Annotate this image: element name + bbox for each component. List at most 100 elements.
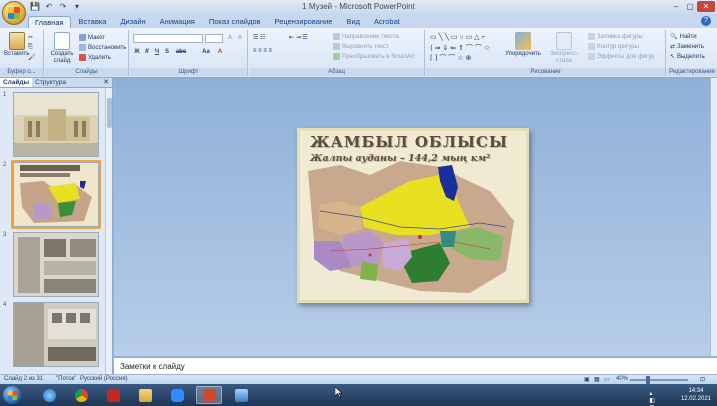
strikethrough-button[interactable]: abc: [174, 48, 188, 56]
tab-design[interactable]: Дизайн: [114, 16, 151, 28]
align-text-button[interactable]: Выровнять текст: [333, 43, 389, 50]
tab-animation[interactable]: Анимация: [154, 16, 201, 28]
find-button[interactable]: 🔍 Найти: [670, 33, 697, 41]
start-button[interactable]: [3, 386, 21, 404]
arrange-button[interactable]: Упорядочить: [504, 32, 542, 58]
slide-title: ЖАМБЫЛ ОБЛЫСЫ: [310, 133, 508, 151]
align-text-icon: [333, 43, 340, 50]
shape-effects-button[interactable]: Эффекты для фигур: [588, 53, 655, 60]
arrange-icon: [515, 32, 531, 50]
text-direction-button[interactable]: Направление текста: [333, 33, 399, 40]
taskbar-file-explorer[interactable]: [132, 386, 158, 404]
language-indicator[interactable]: Русский (Россия): [80, 376, 128, 382]
italic-button[interactable]: К: [143, 48, 151, 56]
zoom-slider[interactable]: [630, 379, 688, 381]
font-shrink-button[interactable]: A: [236, 34, 244, 42]
taskbar-image-viewer[interactable]: [228, 386, 254, 404]
slide-thumbnail-4[interactable]: [13, 302, 99, 367]
zoom-icon: [170, 388, 184, 402]
maximize-button[interactable]: ▢: [683, 1, 697, 12]
help-icon[interactable]: ?: [701, 16, 711, 26]
shapes-gallery[interactable]: ▭ ╲ ╲ ▭ ○ ▭ △ ⌐: [430, 33, 486, 41]
clipboard-group-label: Буфер о...: [0, 68, 43, 76]
tab-slideshow[interactable]: Показ слайдов: [203, 16, 267, 28]
minimize-button[interactable]: ‒: [669, 1, 683, 12]
replace-button[interactable]: ⇄ Заменить: [670, 43, 704, 51]
replace-icon: ⇄: [670, 44, 676, 50]
indent-icon[interactable]: ⇤ ⇥ ☰: [289, 34, 308, 41]
new-slide-button[interactable]: Создать слайд: [49, 32, 75, 65]
tab-view[interactable]: Вид: [340, 16, 366, 28]
taskbar-powerpoint[interactable]: [196, 386, 222, 404]
tab-slides-panel[interactable]: Слайды: [0, 78, 33, 87]
font-name-field[interactable]: [133, 34, 203, 43]
shape-fill-button[interactable]: Заливка фигуры: [588, 33, 643, 40]
smartart-button[interactable]: Преобразовать в SmartArt: [333, 53, 415, 60]
shape-effects-icon: [588, 53, 595, 60]
slide-thumbnail-2[interactable]: [11, 160, 101, 229]
shape-outline-button[interactable]: Контур фигуры: [588, 43, 639, 50]
current-slide[interactable]: ЖАМБЫЛ ОБЛЫСЫ Жалпы ауданы – 144,2 мың к…: [297, 128, 529, 303]
layout-button[interactable]: Макет: [79, 34, 105, 41]
tab-home[interactable]: Главная: [28, 16, 71, 28]
font-color-button[interactable]: A: [216, 48, 224, 56]
shadow-button[interactable]: S: [163, 48, 171, 56]
slide-thumbnail-1[interactable]: [13, 92, 99, 157]
slide-thumbnails: 1 2 3 4: [0, 88, 106, 374]
copy-icon[interactable]: ⎘: [28, 44, 33, 51]
slide-sorter-icon[interactable]: ▦: [594, 376, 600, 383]
slides-group-label: Слайды: [45, 68, 128, 76]
notes-pane[interactable]: Заметки к слайду: [114, 357, 717, 374]
tab-review[interactable]: Рецензирование: [269, 16, 339, 28]
quick-styles-button[interactable]: Экспресс-стили: [544, 32, 584, 65]
clock[interactable]: 14:34 12.02.2021: [681, 387, 711, 403]
taskbar-acrobat[interactable]: [100, 386, 126, 404]
font-size-field[interactable]: [205, 34, 223, 43]
delete-slide-button[interactable]: Удалить: [79, 54, 111, 61]
scrollbar-thumb[interactable]: [107, 98, 112, 128]
panel-close-icon[interactable]: ✕: [103, 78, 112, 87]
smartart-icon: [333, 53, 340, 60]
fit-to-window-icon[interactable]: ⊡: [700, 376, 705, 383]
reset-button[interactable]: Восстановить: [79, 44, 126, 51]
normal-view-icon[interactable]: ▣: [584, 376, 590, 383]
underline-button[interactable]: Ч: [153, 48, 161, 56]
status-bar: Слайд 2 из 31 "Поток" Русский (Россия) ▣…: [0, 374, 717, 384]
format-painter-icon[interactable]: 🖌: [28, 54, 36, 61]
tab-outline-panel[interactable]: Структура: [32, 78, 69, 87]
window-title: 1 Музей - Microsoft PowerPoint: [302, 2, 415, 11]
cut-icon[interactable]: ✂: [28, 34, 33, 41]
ribbon-tabs: Главная Вставка Дизайн Анимация Показ сл…: [0, 14, 717, 28]
paste-button[interactable]: Вставить: [4, 32, 29, 58]
zoom-slider-handle[interactable]: [646, 376, 650, 384]
shapes-gallery-row3[interactable]: ⌈ ⌉ ⌒ ⌒ ☆ ⊕: [430, 53, 471, 63]
hall-photo-thumb: [14, 303, 98, 366]
tab-acrobat[interactable]: Acrobat: [368, 16, 406, 28]
font-grow-button[interactable]: A: [226, 34, 234, 42]
zoom-level[interactable]: 40%: [616, 376, 628, 382]
align-icons[interactable]: ≡ ≡ ≡ ≡: [253, 48, 272, 54]
select-button[interactable]: ↖ Выделить: [670, 53, 705, 61]
tab-insert[interactable]: Вставка: [73, 16, 113, 28]
thumbnails-scrollbar[interactable]: [105, 88, 112, 374]
slide-thumbnail-3[interactable]: [13, 232, 99, 297]
powerpoint-icon: [202, 388, 216, 402]
shapes-gallery-row2[interactable]: ⟨ ⇒ ⇓ ⇐ ⇑ ⌒ ⌒ ☆: [430, 43, 490, 53]
bullets-icon[interactable]: ☰ ☷: [253, 34, 265, 41]
exhibits-photo-thumb: [14, 233, 98, 296]
taskbar-zoom[interactable]: [164, 386, 190, 404]
slide-number: 4: [3, 302, 7, 308]
close-button[interactable]: ✕: [697, 1, 715, 12]
taskbar-internet-explorer[interactable]: [36, 386, 62, 404]
museum-photo-thumb: [14, 93, 98, 156]
slideshow-view-icon[interactable]: ▭: [604, 376, 610, 383]
office-button[interactable]: [2, 1, 26, 25]
taskbar-chrome[interactable]: [68, 386, 94, 404]
bold-button[interactable]: Ж: [133, 48, 141, 56]
clipboard-group: Вставить ✂ ⎘ 🖌 Буфер о...: [0, 30, 44, 76]
change-case-button[interactable]: Aa: [200, 48, 212, 56]
editor-scrollbar[interactable]: [710, 78, 717, 356]
reset-icon: [79, 44, 86, 51]
tray-icons[interactable]: ▴ ◧ ⊡ ♪ ▮: [649, 390, 655, 406]
clock-date: 12.02.2021: [680, 396, 711, 402]
